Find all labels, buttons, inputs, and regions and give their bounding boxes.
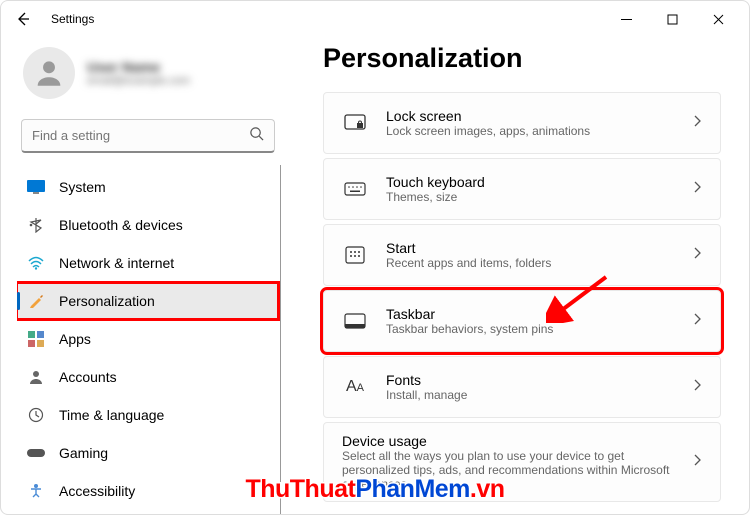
lock-screen-icon [342,114,368,132]
chevron-right-icon [694,180,702,198]
card-start[interactable]: StartRecent apps and items, folders [323,224,721,286]
apps-icon [27,330,45,348]
card-subtitle: Recent apps and items, folders [386,256,694,270]
nav-item-network[interactable]: Network & internet [17,245,278,281]
nav-item-accessibility[interactable]: Accessibility [17,473,278,509]
nav-label: Time & language [59,407,164,423]
profile-block[interactable]: User Name email@example.com [17,43,279,111]
nav-item-accounts[interactable]: Accounts [17,359,278,395]
avatar [23,47,75,99]
nav-label: Accounts [59,369,117,385]
time-icon [27,406,45,424]
chevron-right-icon [694,114,702,132]
nav-item-time[interactable]: Time & language [17,397,278,433]
card-subtitle: Lock screen images, apps, animations [386,124,694,138]
gaming-icon [27,444,45,462]
window-title: Settings [51,12,94,26]
fonts-icon: AA [342,378,368,396]
close-icon [713,14,724,25]
card-subtitle: Install, manage [386,388,694,402]
accounts-icon [27,368,45,386]
nav-item-apps[interactable]: Apps [17,321,278,357]
search-input[interactable] [32,128,249,143]
accessibility-icon [27,482,45,500]
system-icon [27,178,45,196]
card-title: Device usage [342,433,694,449]
card-touch-keyboard[interactable]: Touch keyboardThemes, size [323,158,721,220]
sidebar: User Name email@example.com System Bluet… [1,37,291,514]
nav-item-system[interactable]: System [17,169,278,205]
card-title: Fonts [386,372,694,388]
back-button[interactable] [9,5,37,33]
profile-email: email@example.com [87,75,190,87]
nav-label: Apps [59,331,91,347]
maximize-icon [667,14,678,25]
nav-item-bluetooth[interactable]: Bluetooth & devices [17,207,278,243]
chevron-right-icon [694,312,702,330]
nav-item-personalization[interactable]: Personalization [17,283,278,319]
start-icon [342,246,368,264]
network-icon [27,254,45,272]
profile-name: User Name [87,59,190,75]
search-box[interactable] [21,119,275,153]
card-title: Touch keyboard [386,174,694,190]
chevron-right-icon [694,246,702,264]
minimize-button[interactable] [603,3,649,35]
nav-item-gaming[interactable]: Gaming [17,435,278,471]
card-subtitle: Taskbar behaviors, system pins [386,322,694,336]
nav-label: Bluetooth & devices [59,217,183,233]
chevron-right-icon [694,378,702,396]
maximize-button[interactable] [649,3,695,35]
nav-list: System Bluetooth & devices Network & int… [17,165,281,514]
taskbar-icon [342,313,368,329]
card-taskbar[interactable]: TaskbarTaskbar behaviors, system pins [323,290,721,352]
card-title: Taskbar [386,306,694,322]
search-icon [249,126,264,146]
nav-label: Accessibility [59,483,135,499]
minimize-icon [621,14,632,25]
page-title: Personalization [323,43,721,74]
nav-label: Network & internet [59,255,174,271]
card-title: Lock screen [386,108,694,124]
close-button[interactable] [695,3,741,35]
title-bar: Settings [1,1,749,37]
avatar-icon [32,56,66,90]
nav-label: Gaming [59,445,108,461]
card-title: Start [386,240,694,256]
card-lock-screen[interactable]: Lock screenLock screen images, apps, ani… [323,92,721,154]
keyboard-icon [342,182,368,196]
content-area: Personalization Lock screenLock screen i… [291,37,749,514]
chevron-right-icon [694,453,702,471]
bluetooth-icon [27,216,45,234]
card-fonts[interactable]: AA FontsInstall, manage [323,356,721,418]
card-subtitle: Themes, size [386,190,694,204]
personalization-icon [27,292,45,310]
watermark: ThuThuatPhanMem.vn [245,475,504,504]
nav-label: Personalization [59,293,155,309]
back-arrow-icon [15,11,31,27]
nav-label: System [59,179,106,195]
